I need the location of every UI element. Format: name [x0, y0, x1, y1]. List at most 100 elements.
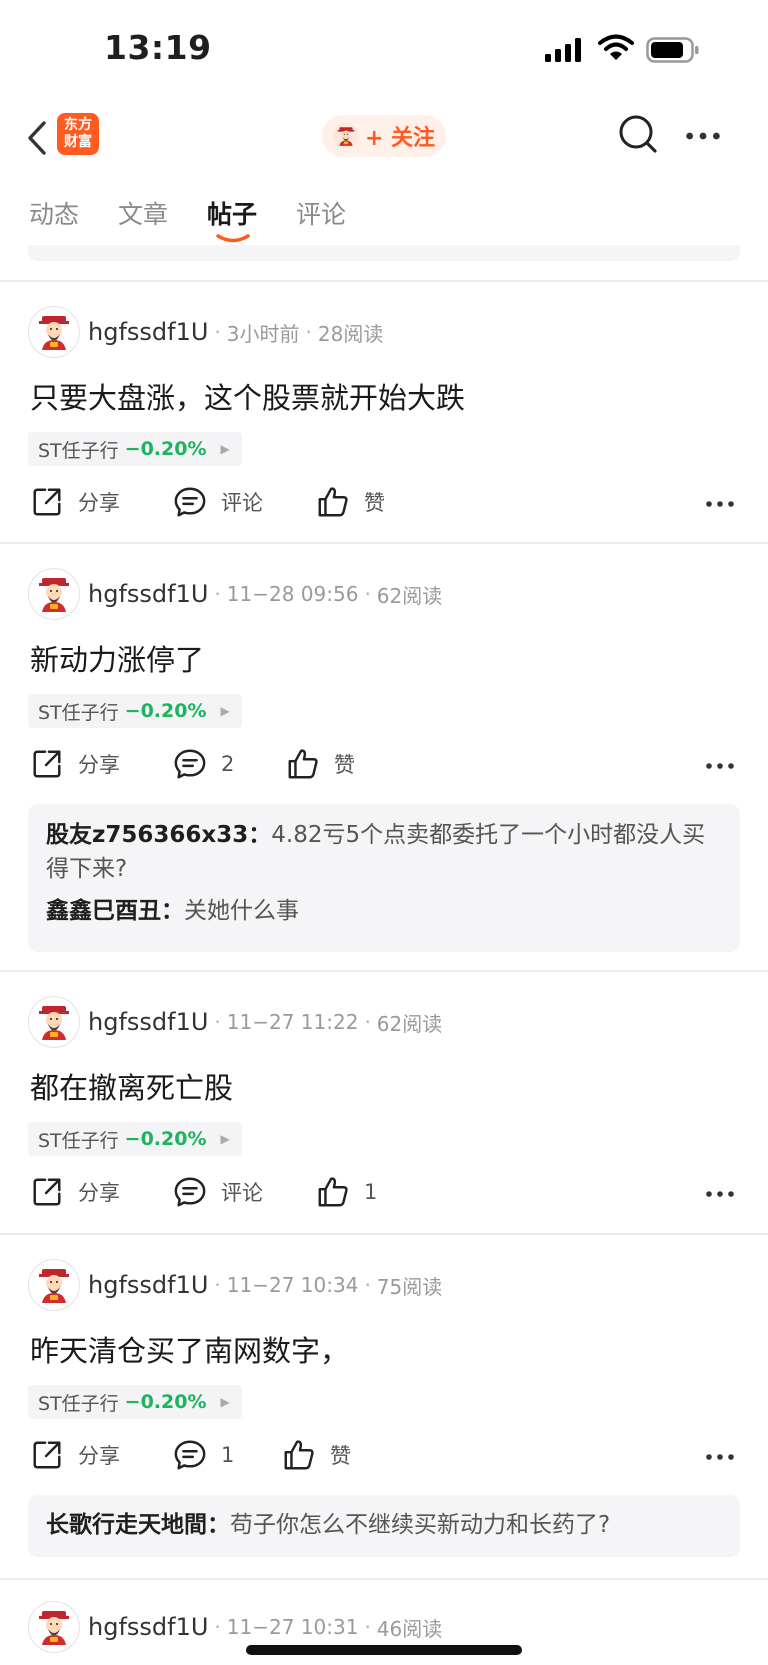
home-indicator[interactable]	[246, 1645, 522, 1655]
author-name[interactable]: hgfssdf1U	[88, 318, 208, 346]
post-author-row: hgfssdf1U · 11−28 09:56 · 62阅读	[28, 567, 442, 621]
caret-right-icon: ▶	[220, 1132, 230, 1146]
comment-button[interactable]: 2	[173, 747, 234, 781]
post-actions: 分享 评论 赞	[0, 481, 768, 527]
post-time: 11−27 11:22	[226, 1010, 359, 1034]
status-time: 13:19	[104, 28, 212, 67]
divider	[0, 280, 768, 282]
status-bar: 13:19	[0, 0, 768, 100]
comment-user[interactable]: 长歌行走天地間：	[46, 1512, 230, 1538]
post-reads: 46阅读	[376, 1616, 443, 1641]
post-time: 11−27 10:31	[226, 1615, 359, 1639]
stock-name: ST任子行	[38, 701, 119, 724]
profile-tabs: 动态 文章 帖子 评论	[0, 185, 768, 247]
author-avatar[interactable]	[28, 1259, 80, 1311]
tab-comments[interactable]: 评论	[296, 195, 346, 231]
author-name[interactable]: hgfssdf1U	[88, 1613, 208, 1641]
tab-articles[interactable]: 文章	[118, 195, 168, 231]
thumbs-up-icon	[282, 1438, 316, 1472]
comment-button[interactable]: 1	[173, 1438, 234, 1472]
thumbs-up-icon	[316, 1175, 350, 1209]
tab-posts[interactable]: 帖子	[207, 195, 257, 231]
stock-tag[interactable]: ST任子行 −0.20% ▶	[28, 1385, 242, 1419]
share-button[interactable]: 分享	[30, 485, 120, 519]
stock-tag[interactable]: ST任子行 −0.20% ▶	[28, 694, 242, 728]
like-button[interactable]: 1	[316, 1175, 377, 1209]
share-icon	[30, 1438, 64, 1472]
back-arrow-icon[interactable]	[22, 118, 52, 158]
caret-right-icon: ▶	[220, 704, 230, 718]
more-icon[interactable]	[706, 763, 734, 769]
top-nav-bar: 东方 财富 + 关注	[0, 100, 768, 172]
tab-dynamics[interactable]: 动态	[29, 195, 79, 231]
share-icon	[30, 485, 64, 519]
app-logo[interactable]: 东方 财富	[57, 113, 99, 155]
comment-preview[interactable]: 长歌行走天地間：苟子你怎么不继续买新动力和长药了?	[28, 1495, 740, 1557]
divider	[0, 970, 768, 972]
comment-item: 股友z756366x33：4.82亏5个点卖都委托了一个小时都没人买得下来?	[46, 818, 722, 886]
divider	[0, 542, 768, 544]
post-actions: 分享 2 赞	[0, 743, 768, 789]
author-avatar[interactable]	[28, 1601, 80, 1653]
more-icon[interactable]	[706, 1191, 734, 1197]
post-actions: 分享 1 赞	[0, 1434, 768, 1480]
like-button[interactable]: 赞	[286, 747, 355, 781]
thumbs-up-icon	[286, 747, 320, 781]
pinned-card-edge	[28, 245, 740, 261]
stock-change: −0.20%	[124, 700, 207, 722]
more-options-icon[interactable]	[686, 132, 720, 140]
author-avatar[interactable]	[28, 306, 80, 358]
battery-icon	[646, 37, 699, 63]
post-time: 3小时前	[226, 321, 300, 346]
author-avatar[interactable]	[28, 568, 80, 620]
author-avatar[interactable]	[28, 996, 80, 1048]
author-name[interactable]: hgfssdf1U	[88, 1271, 208, 1299]
post-reads: 62阅读	[376, 1011, 443, 1036]
user-avatar	[332, 123, 359, 149]
post-reads: 28阅读	[317, 321, 384, 346]
share-button[interactable]: 分享	[30, 747, 120, 781]
comment-item: 长歌行走天地間：苟子你怎么不继续买新动力和长药了?	[46, 1508, 722, 1542]
post-reads: 62阅读	[376, 583, 443, 608]
more-icon[interactable]	[706, 1454, 734, 1460]
comment-user[interactable]: 鑫鑫巳酉丑：	[46, 898, 184, 924]
search-icon[interactable]	[618, 114, 658, 154]
divider	[0, 1233, 768, 1235]
post-title[interactable]: 只要大盘涨，这个股票就开始大跌	[30, 375, 465, 417]
comment-icon	[173, 1438, 207, 1472]
share-button[interactable]: 分享	[30, 1175, 120, 1209]
post-time: 11−27 10:34	[226, 1273, 359, 1297]
stock-name: ST任子行	[38, 1392, 119, 1415]
stock-change: −0.20%	[124, 1391, 207, 1413]
comment-button[interactable]: 评论	[173, 1175, 263, 1209]
comment-text: 关她什么事	[184, 898, 299, 924]
divider	[0, 1578, 768, 1580]
post-title[interactable]: 新动力涨停了	[30, 637, 204, 679]
like-button[interactable]: 赞	[316, 485, 385, 519]
like-button[interactable]: 赞	[282, 1438, 351, 1472]
cellular-signal-icon	[545, 38, 581, 62]
post-author-row: hgfssdf1U · 11−27 11:22 · 62阅读	[28, 995, 442, 1049]
stock-tag[interactable]: ST任子行 −0.20% ▶	[28, 1122, 242, 1156]
stock-name: ST任子行	[38, 1129, 119, 1152]
active-tab-indicator	[216, 234, 250, 243]
post-title[interactable]: 昨天清仓买了南网数字，	[30, 1328, 349, 1370]
post-time: 11−28 09:56	[226, 582, 359, 606]
author-name[interactable]: hgfssdf1U	[88, 580, 208, 608]
comment-preview[interactable]: 股友z756366x33：4.82亏5个点卖都委托了一个小时都没人买得下来? 鑫…	[28, 804, 740, 952]
comment-button[interactable]: 评论	[173, 485, 263, 519]
comment-icon	[173, 1175, 207, 1209]
follow-button[interactable]: + 关注	[322, 115, 446, 157]
stock-tag[interactable]: ST任子行 −0.20% ▶	[28, 432, 242, 466]
share-icon	[30, 747, 64, 781]
comment-text: 苟子你怎么不继续买新动力和长药了?	[230, 1512, 611, 1538]
comment-item: 鑫鑫巳酉丑：关她什么事	[46, 894, 722, 928]
share-button[interactable]: 分享	[30, 1438, 120, 1472]
post-title[interactable]: 都在撤离死亡股	[30, 1065, 233, 1107]
more-icon[interactable]	[706, 501, 734, 507]
author-name[interactable]: hgfssdf1U	[88, 1008, 208, 1036]
post-reads: 75阅读	[376, 1274, 443, 1299]
comment-user[interactable]: 股友z756366x33：	[46, 822, 271, 848]
post-author-row: hgfssdf1U · 3小时前 · 28阅读	[28, 305, 383, 359]
thumbs-up-icon	[316, 485, 350, 519]
